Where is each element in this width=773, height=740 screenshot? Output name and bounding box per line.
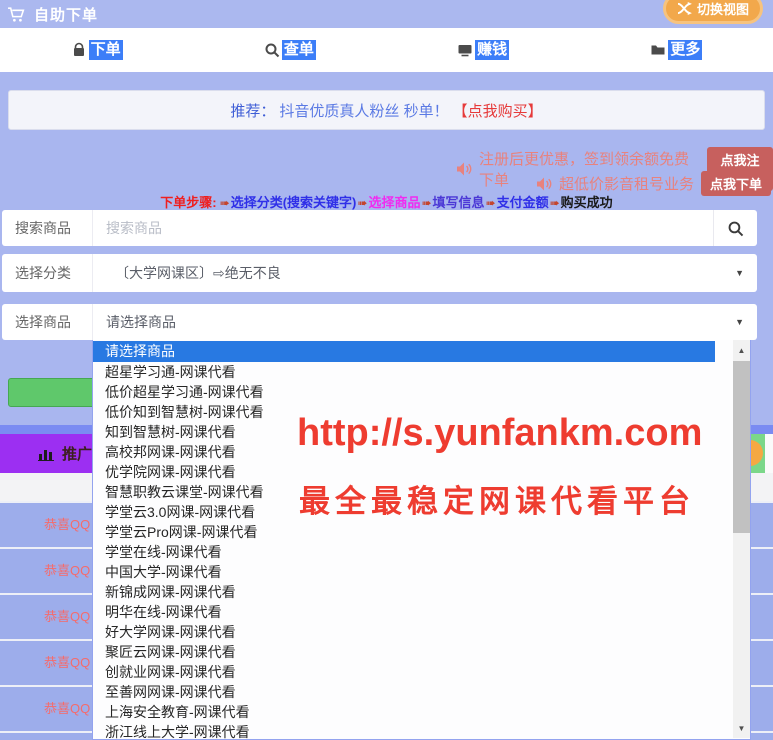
scroll-up-icon[interactable]: ▲ [733,340,750,360]
nav-label-check: 查单 [282,40,316,60]
watermark-slogan: 最全最稳定网课代看平台 [299,476,695,521]
nav-label-more: 更多 [668,40,702,60]
speaker-icon [456,162,472,176]
bag-icon [71,42,87,58]
folder-icon [650,42,666,58]
dropdown-option[interactable]: 上海安全教育-网课代看 [93,702,715,722]
chevron-down-icon: ▼ [735,317,744,327]
step-3: 填写信息 [433,195,485,210]
nav-item-order[interactable]: 下单 [0,28,193,72]
dropdown-option[interactable]: 好大学网课-网课代看 [93,622,715,642]
notice-rent-text: 超低价影音租号业务 [559,173,694,194]
step-arrow-icon: ➠ [550,196,560,210]
step-arrow-icon: ➠ [421,196,431,210]
page-title: 自助下单 [34,4,98,25]
nav-item-earn[interactable]: 赚钱 [387,28,580,72]
dropdown-option[interactable]: 明华在线-网课代看 [93,602,715,622]
dropdown-option[interactable]: 学堂在线-网课代看 [93,542,715,562]
scrollbar-thumb[interactable] [733,361,750,533]
page: 自助下单 切换视图 下单 查 [0,0,773,740]
monitor-icon [457,42,473,58]
steps-label: 下单步骤: [160,195,216,210]
dropdown-option-selected[interactable]: 请选择商品 [93,341,715,362]
search-row: 搜索商品 [2,210,757,246]
step-arrow-icon: ➠ [486,196,496,210]
promo-bar: 推荐： 抖音优质真人粉丝 秒单！ 【点我购买】 [8,90,765,130]
step-4: 支付金额 [497,195,549,210]
header-bar: 自助下单 [0,0,773,28]
bar-chart-icon [38,447,54,461]
dropdown-option[interactable]: 学堂云Pro网课-网课代看 [93,522,715,542]
dropdown-option[interactable]: 至善网网课-网课代看 [93,682,715,702]
dropdown-option[interactable]: 浙江线上大学-网课代看 [93,722,715,740]
scroll-down-icon[interactable]: ▼ [733,718,750,738]
dropdown-option[interactable]: 低价超星学习通-网课代看 [93,382,715,402]
step-5: 购买成功 [561,195,613,210]
category-select[interactable]: 选择分类 〔大学网课区〕⇨绝无不良 ▼ [2,254,757,292]
step-arrow-icon: ➠ [220,196,230,210]
cart-icon [7,6,26,23]
dropdown-option[interactable]: 聚匠云网课-网课代看 [93,642,715,662]
step-2: 选择商品 [368,195,420,210]
speaker-icon [536,177,552,191]
congrat-text: 恭喜QQ [44,549,90,593]
chevron-down-icon: ▼ [735,268,744,278]
shuffle-icon [677,2,692,15]
step-1: 选择分类(搜索关键字) [231,195,357,210]
search-input[interactable] [93,219,713,237]
search-button[interactable] [713,210,757,246]
congrat-text: 恭喜QQ [44,641,90,685]
order-steps: 下单步骤:➠选择分类(搜索关键字)➠选择商品➠填写信息➠支付金额➠购买成功 [0,192,773,211]
category-label: 选择分类 [2,254,93,292]
congrat-text: 恭喜QQ [44,687,90,731]
promo-prefix: 推荐： [230,100,275,121]
switch-view-button[interactable]: 切换视图 [663,0,763,24]
promo-buy-link[interactable]: 【点我购买】 [453,100,543,121]
dropdown-option[interactable]: 新锦成网课-网课代看 [93,582,715,602]
nav-item-check[interactable]: 查单 [193,28,386,72]
product-select[interactable]: 选择商品 请选择商品 ▼ [2,304,757,340]
promo-text: 抖音优质真人粉丝 秒单！ [279,100,448,121]
dropdown-option[interactable]: 创就业网课-网课代看 [93,662,715,682]
category-value: 〔大学网课区〕⇨绝无不良 [93,263,735,283]
step-arrow-icon: ➠ [357,196,367,210]
watermark-url: http://s.yunfankm.com [297,412,702,455]
product-value: 请选择商品 [93,312,735,332]
dropdown-option[interactable]: 超星学习通-网课代看 [93,362,715,382]
search-icon [727,220,744,237]
congrat-text: 恭喜QQ [44,595,90,639]
product-label: 选择商品 [2,304,93,340]
dropdown-scrollbar[interactable]: ▲ ▼ [733,340,750,738]
dropdown-option[interactable]: 中国大学-网课代看 [93,562,715,582]
nav-bar: 下单 查单 赚钱 更多 [0,28,773,72]
nav-item-more[interactable]: 更多 [580,28,773,72]
product-dropdown: 请选择商品 超星学习通-网课代看 低价超星学习通-网课代看 低价知到智慧树-网课… [92,340,751,740]
switch-view-label: 切换视图 [697,0,749,18]
search-icon [264,42,280,58]
congrat-text: 恭喜QQ [44,503,90,547]
search-label: 搜索商品 [2,210,93,246]
nav-label-earn: 赚钱 [475,40,509,60]
nav-label-order: 下单 [89,40,123,60]
